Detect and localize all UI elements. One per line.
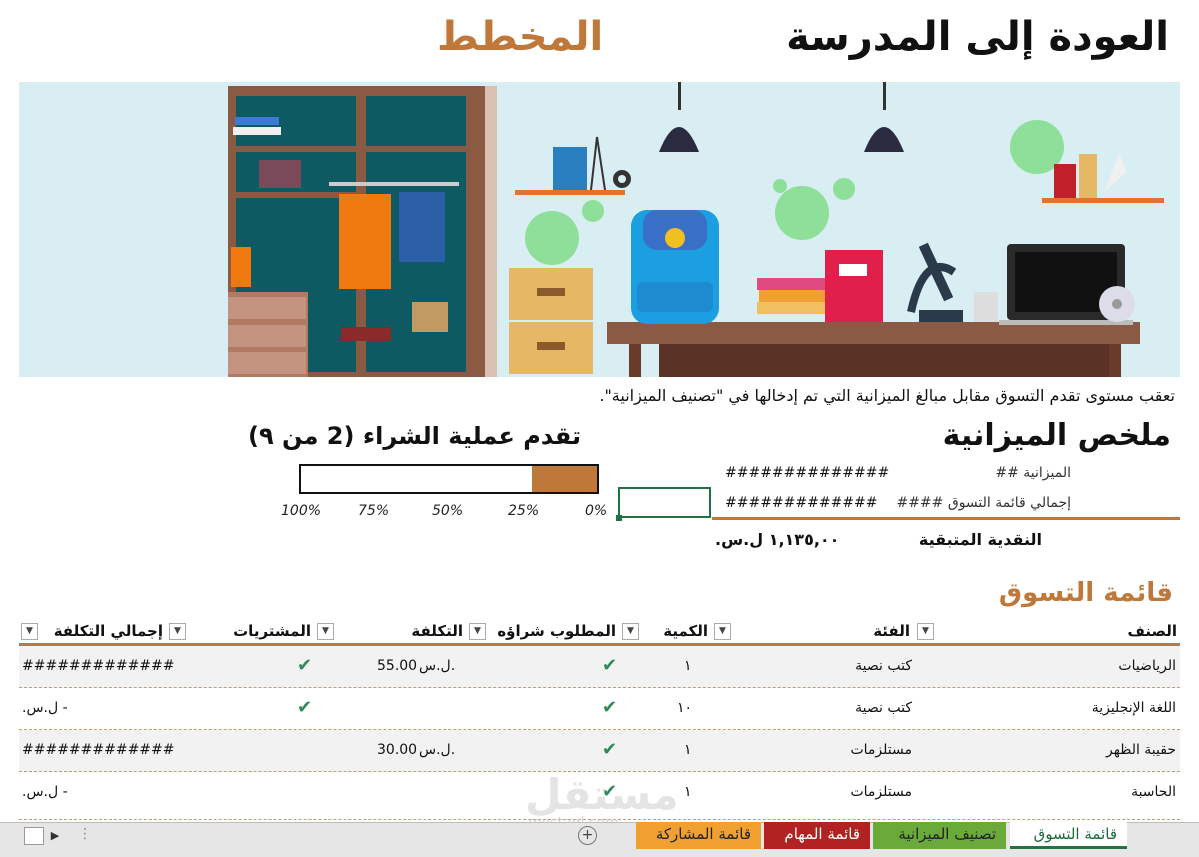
column-header-category[interactable]: الفئة: [873, 622, 910, 644]
filter-dropdown-icon[interactable]: ▼: [317, 623, 334, 640]
column-header-total[interactable]: إجمالي التكلفة: [54, 622, 163, 644]
watermark-logo: مستقل: [525, 770, 679, 819]
books-icon: [757, 250, 883, 322]
check-icon[interactable]: ✔: [602, 739, 617, 760]
tab-budget-categories[interactable]: تصنيف الميزانية: [873, 822, 1006, 849]
purchase-progress-title: تقدم عملية الشراء (2 من ٩): [248, 422, 581, 450]
cell-item[interactable]: الرياضيات: [1118, 658, 1176, 674]
shopping-total-label: إجمالي قائمة التسوق ####: [896, 495, 1071, 511]
purchase-progress-bar: [299, 464, 599, 494]
table-row[interactable]: الرياضيات كتب نصية ١ ✔ ل.س. 55.00 ✔ ####…: [19, 646, 1180, 688]
filter-dropdown-icon[interactable]: ▼: [622, 623, 639, 640]
cell-total[interactable]: - ل.س.: [22, 784, 68, 800]
progress-tick: 25%: [508, 503, 540, 519]
filter-dropdown-icon[interactable]: ▼: [469, 623, 486, 640]
cell-currency: ل.س.: [419, 658, 456, 674]
add-sheet-icon[interactable]: +: [578, 826, 597, 845]
cell-quantity[interactable]: ١: [684, 658, 692, 674]
progress-fill: [531, 466, 597, 492]
budget-summary-title: ملخص الميزانية: [942, 418, 1171, 453]
column-header-needed[interactable]: المطلوب شراؤه: [497, 622, 616, 644]
cell-cost[interactable]: 55.00: [377, 658, 417, 674]
fill-handle[interactable]: [616, 515, 622, 521]
remaining-cash-label: النقدية المتبقية: [918, 530, 1042, 549]
budget-label: الميزانية ##: [995, 465, 1071, 481]
gear-icon: [613, 170, 631, 188]
backpack-icon: [631, 210, 719, 324]
progress-tick: 50%: [432, 503, 464, 519]
filter-dropdown-icon[interactable]: ▼: [21, 623, 38, 640]
progress-tick: 0%: [585, 503, 608, 519]
shopping-total-value: #############: [725, 495, 878, 511]
column-header-quantity[interactable]: الكمية: [663, 622, 708, 644]
cell-item[interactable]: الحاسبة: [1131, 784, 1176, 800]
cell-quantity[interactable]: ١: [684, 784, 692, 800]
cell-category[interactable]: كتب نصية: [855, 658, 912, 674]
check-icon[interactable]: ✔: [602, 697, 617, 718]
cell-category[interactable]: مستلزمات: [850, 784, 912, 800]
check-icon[interactable]: ✔: [297, 697, 312, 718]
lamp-icon: [659, 82, 904, 152]
filter-dropdown-icon[interactable]: ▼: [169, 623, 186, 640]
cell-item[interactable]: اللغة الإنجليزية: [1092, 700, 1176, 716]
table-row[interactable]: حقيبة الظهر مستلزمات ١ ✔ ل.س. 30.00 ####…: [19, 730, 1180, 772]
cell-item[interactable]: حقيبة الظهر: [1106, 742, 1176, 758]
budget-value: ##############: [725, 465, 890, 481]
progress-tick: 100%: [281, 503, 322, 519]
filter-dropdown-icon[interactable]: ▼: [917, 623, 934, 640]
cell-currency: ل.س.: [419, 742, 456, 758]
tab-participation-list[interactable]: قائمة المشاركة: [636, 822, 761, 849]
cell-quantity[interactable]: ١: [684, 742, 692, 758]
instruction-text: تعقب مستوى تقدم التسوق مقابل مبالغ الميز…: [599, 386, 1175, 405]
column-header-item[interactable]: الصنف: [1127, 622, 1177, 644]
cell-total[interactable]: #############: [22, 658, 175, 674]
cell-total[interactable]: - ل.س.: [22, 700, 68, 716]
tab-shopping-list[interactable]: قائمة التسوق: [1010, 822, 1127, 849]
tab-task-list[interactable]: قائمة المهام: [764, 822, 870, 849]
filter-dropdown-icon[interactable]: ▼: [714, 623, 731, 640]
remaining-cash-value: ١,١٣٥,٠٠ ل.س.: [715, 530, 840, 549]
cell-category[interactable]: مستلزمات: [850, 742, 912, 758]
wardrobe-icon: [228, 86, 497, 377]
progress-tick: 75%: [358, 503, 390, 519]
column-header-purchased[interactable]: المشتريات: [233, 622, 311, 644]
column-header-cost[interactable]: التكلفة: [411, 622, 463, 644]
cell-quantity[interactable]: ١٠: [677, 700, 692, 716]
microscope-icon: [907, 242, 963, 322]
table-row[interactable]: اللغة الإنجليزية كتب نصية ١٠ ✔ ✔ - ل.س.: [19, 688, 1180, 730]
cell-total[interactable]: #############: [22, 742, 175, 758]
splitter-handle-icon[interactable]: ⋮: [78, 826, 92, 842]
page-title: العودة إلى المدرسة: [786, 14, 1169, 60]
horizontal-scrollbar[interactable]: [24, 827, 44, 845]
cell-category[interactable]: كتب نصية: [855, 700, 912, 716]
banner-illustration: [19, 82, 1180, 377]
scroll-right-icon[interactable]: ▶: [46, 827, 64, 845]
check-icon[interactable]: ✔: [297, 655, 312, 676]
cell-cost[interactable]: 30.00: [377, 742, 417, 758]
selected-cell[interactable]: [618, 487, 711, 518]
shopping-list-title: قائمة التسوق: [998, 578, 1173, 608]
page-title-accent: المخطط: [437, 14, 604, 60]
budget-divider: [712, 517, 1180, 520]
laptop-icon: [999, 244, 1135, 325]
check-icon[interactable]: ✔: [602, 655, 617, 676]
